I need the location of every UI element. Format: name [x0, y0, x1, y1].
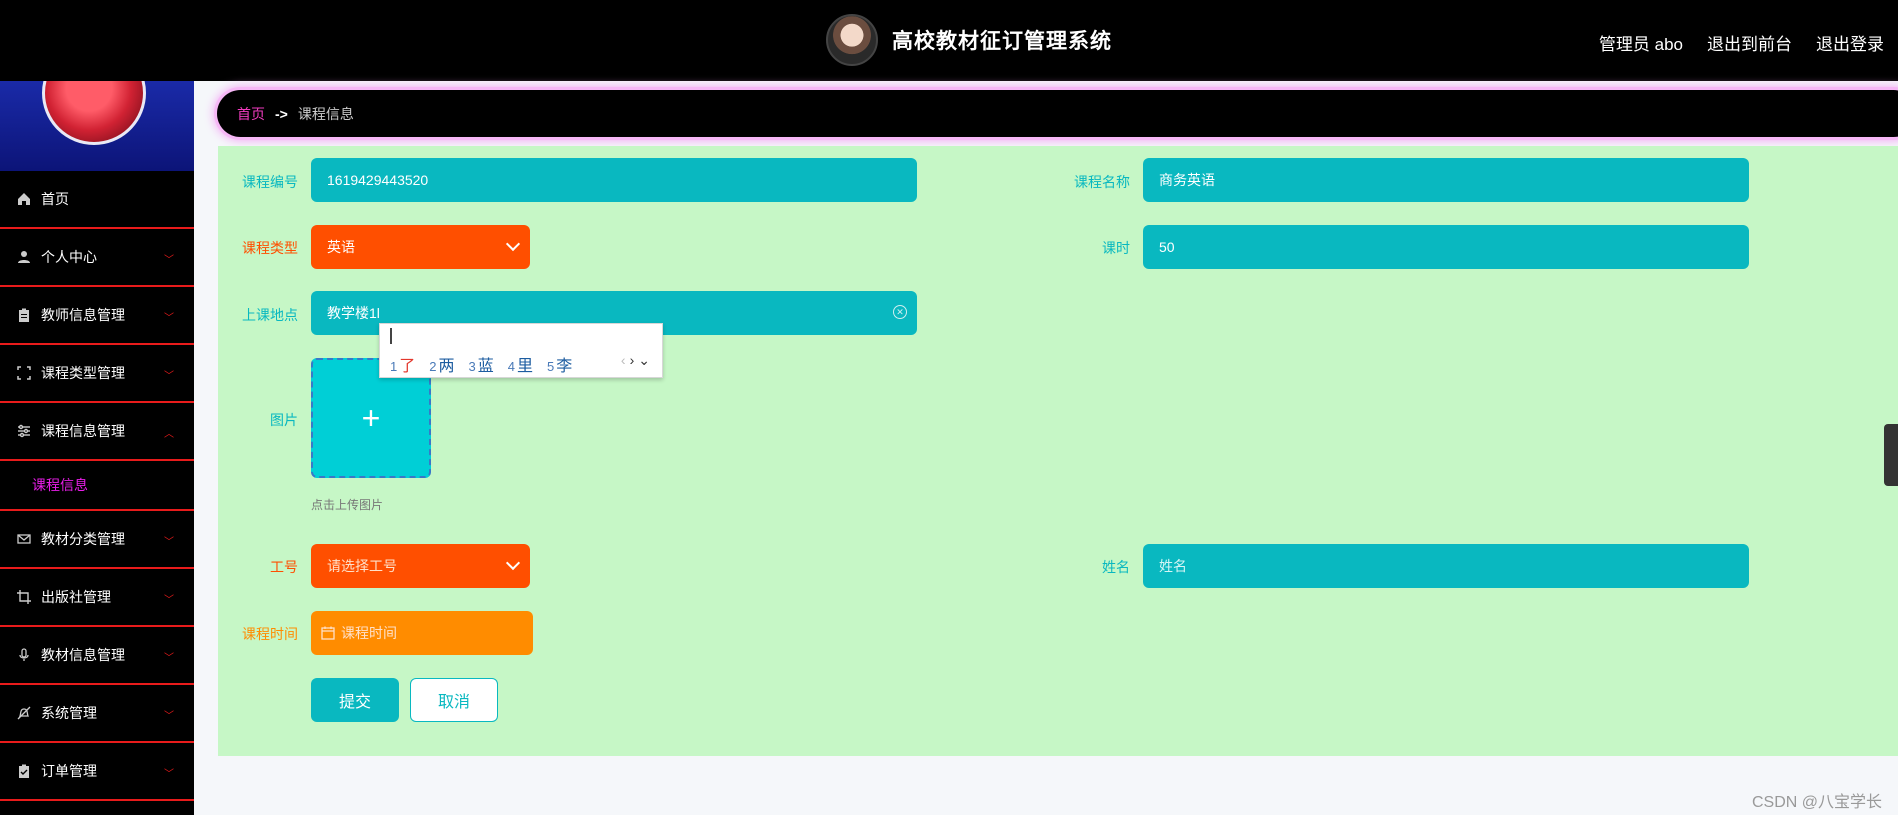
course-no-input[interactable]: 1619429443520: [311, 158, 917, 202]
ime-candidate[interactable]: 3蓝: [469, 352, 494, 376]
bell-off-icon: [16, 705, 32, 721]
sidebar-item-textbook-category[interactable]: 教材分类管理 ﹀: [0, 511, 194, 569]
course-time-placeholder: 课程时间: [341, 625, 397, 641]
course-no-label: 课程编号: [242, 174, 298, 190]
avatar-logo: [826, 14, 878, 66]
ime-page-nav[interactable]: ‹›⌄: [621, 352, 654, 369]
course-time-picker[interactable]: 课程时间: [311, 611, 533, 655]
chevron-down-icon: ﹀: [164, 313, 174, 324]
ime-composition-cursor: [390, 328, 392, 344]
sidebar: 首页 个人中心 ﹀ 教师信息管理 ﹀ 课程类型管理 ﹀ 课程信息管理 ︿ 课程信…: [0, 81, 194, 815]
name-placeholder: 姓名: [1159, 558, 1187, 574]
hours-label: 课时: [1102, 240, 1130, 256]
ime-candidate[interactable]: 2两: [429, 352, 454, 376]
mic-icon: [16, 647, 32, 663]
chevron-down-icon: ﹀: [164, 255, 174, 266]
course-type-value: 英语: [327, 239, 355, 255]
sidebar-item-label: 系统管理: [41, 705, 97, 721]
crop-icon: [16, 589, 32, 605]
sidebar-subitem-course-info[interactable]: 课程信息: [0, 461, 194, 511]
sidebar-item-teacher[interactable]: 教师信息管理 ﹀: [0, 287, 194, 345]
strawberry-avatar: [42, 81, 146, 145]
breadcrumb-home-link[interactable]: 首页: [237, 104, 265, 124]
exit-to-front-link[interactable]: 退出到前台: [1707, 30, 1792, 55]
course-time-label: 课程时间: [242, 626, 298, 642]
chevron-right-icon[interactable]: ›: [630, 352, 639, 368]
clipboard-check-icon: [16, 763, 32, 779]
breadcrumb-separator: ->: [275, 105, 288, 122]
chevron-down-icon: ﹀: [164, 769, 174, 780]
sidebar-brand: [0, 81, 194, 171]
sidebar-item-label: 课程类型管理: [41, 365, 125, 381]
frame-icon: [16, 365, 32, 381]
breadcrumb-current: 课程信息: [297, 105, 354, 122]
chevron-down-icon: ﹀: [164, 537, 174, 548]
sidebar-item-personal-center[interactable]: 个人中心 ﹀: [0, 229, 194, 287]
course-type-label: 课程类型: [242, 240, 298, 256]
watermark: CSDN @八宝学长: [1751, 794, 1882, 811]
chevron-down-icon: [505, 555, 521, 571]
sidebar-item-home[interactable]: 首页: [0, 171, 194, 229]
submit-button[interactable]: 提交: [311, 678, 399, 722]
sidebar-item-textbook-info[interactable]: 教材信息管理 ﹀: [0, 627, 194, 685]
chevron-down-icon: ﹀: [164, 595, 174, 606]
name-input[interactable]: 姓名: [1143, 544, 1749, 588]
chevron-down-icon: ﹀: [164, 653, 174, 664]
sidebar-item-course-info[interactable]: 课程信息管理 ︿: [0, 403, 194, 461]
chevron-down-icon: ﹀: [164, 371, 174, 382]
sidebar-item-label: 教材分类管理: [41, 531, 125, 547]
sidebar-item-label: 教材信息管理: [41, 647, 125, 663]
sidebar-item-label: 出版社管理: [41, 589, 111, 605]
app-title: 高校教材征订管理系统: [892, 30, 1112, 53]
job-no-label: 工号: [270, 559, 298, 575]
sidebar-item-course-type[interactable]: 课程类型管理 ﹀: [0, 345, 194, 403]
location-label: 上课地点: [242, 307, 298, 323]
sidebar-item-orders[interactable]: 订单管理 ﹀: [0, 743, 194, 801]
chevron-down-icon[interactable]: ⌄: [638, 352, 654, 368]
ime-candidate[interactable]: 1了: [390, 352, 415, 376]
upload-tip: 点击上传图片: [311, 498, 384, 512]
sliders-icon: [16, 423, 32, 439]
header-brand: 高校教材征订管理系统: [826, 14, 1112, 66]
user-icon: [16, 249, 32, 265]
sidebar-item-label: 首页: [41, 191, 69, 207]
chevron-down-icon: ﹀: [164, 711, 174, 722]
name-label: 姓名: [1102, 559, 1130, 575]
chevron-left-icon[interactable]: ‹: [621, 352, 630, 368]
image-label: 图片: [270, 412, 298, 428]
chevron-down-icon: [505, 236, 521, 252]
chevron-up-icon: ︿: [164, 429, 174, 440]
sidebar-item-label: 教师信息管理: [41, 307, 125, 323]
sidebar-item-label: 订单管理: [41, 763, 97, 779]
ime-candidate-popup: 1了 2两 3蓝 4里 5李 ‹›⌄: [379, 323, 663, 378]
sidebar-item-label: 个人中心: [41, 249, 97, 265]
ime-candidate[interactable]: 4里: [508, 352, 533, 376]
sidebar-item-publisher[interactable]: 出版社管理 ﹀: [0, 569, 194, 627]
ime-candidate[interactable]: 5李: [547, 352, 572, 376]
course-name-input[interactable]: 商务英语: [1143, 158, 1749, 202]
sidebar-item-label: 课程信息管理: [41, 423, 125, 439]
course-form: 课程编号 1619429443520 课程名称 商务英语 课程类型 英语 课时 …: [218, 146, 1898, 756]
course-name-label: 课程名称: [1074, 174, 1130, 190]
header-actions: 管理员 abo 退出到前台 退出登录: [1599, 30, 1884, 55]
mail-icon: [16, 531, 32, 547]
location-value: 教学楼1l: [327, 305, 380, 321]
side-drawer-handle[interactable]: [1884, 424, 1898, 486]
clear-icon[interactable]: ✕: [893, 305, 907, 319]
job-no-select[interactable]: 请选择工号: [311, 544, 530, 588]
job-no-placeholder: 请选择工号: [327, 558, 397, 574]
ime-candidate-list: 1了 2两 3蓝 4里 5李: [390, 352, 572, 376]
sidebar-item-system[interactable]: 系统管理 ﹀: [0, 685, 194, 743]
breadcrumb: 首页 -> 课程信息: [217, 90, 1898, 137]
calendar-icon: [321, 626, 335, 640]
admin-user-label[interactable]: 管理员 abo: [1599, 30, 1683, 55]
clipboard-icon: [16, 307, 32, 323]
top-header: 高校教材征订管理系统 管理员 abo 退出到前台 退出登录: [0, 0, 1898, 81]
cancel-button[interactable]: 取消: [410, 678, 498, 722]
home-icon: [16, 191, 32, 207]
hours-input[interactable]: 50: [1143, 225, 1749, 269]
course-type-select[interactable]: 英语: [311, 225, 530, 269]
logout-link[interactable]: 退出登录: [1816, 30, 1884, 55]
plus-icon: +: [361, 399, 381, 436]
